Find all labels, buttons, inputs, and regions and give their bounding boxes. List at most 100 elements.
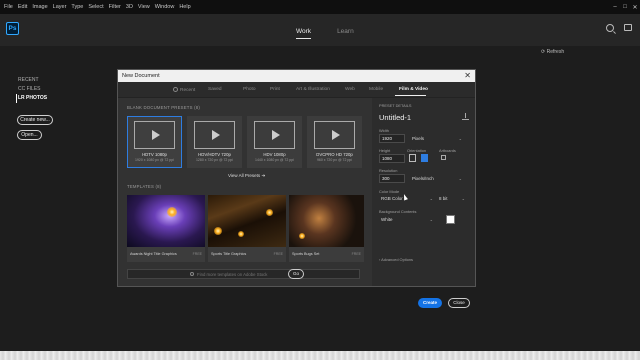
template-thumbnail xyxy=(289,195,364,247)
template-thumbnail xyxy=(127,195,205,247)
menu-window[interactable]: Window xyxy=(155,4,175,10)
orientation-label: Orientation xyxy=(407,148,427,153)
preset-dims: 1920 x 1080 px @ 72 ppi xyxy=(135,158,174,162)
preset-card[interactable]: DVCPRO HD 720p 960 x 720 px @ 72 ppi xyxy=(307,116,362,168)
landscape-orientation-icon[interactable] xyxy=(421,154,428,162)
home-sidebar: RECENT CC FILES LR PHOTOS xyxy=(16,76,47,103)
bit-depth-dropdown[interactable]: 8 bit ⌄ xyxy=(439,196,465,201)
menu-file[interactable]: File xyxy=(4,4,13,10)
photoshop-logo: Ps xyxy=(6,22,19,35)
preset-dims: 960 x 720 px @ 72 ppi xyxy=(316,158,353,162)
preset-details-header: PRESET DETAILS xyxy=(379,103,412,108)
dialog-close-icon[interactable]: ✕ xyxy=(464,70,471,82)
width-unit-dropdown[interactable]: Pixels ⌄ xyxy=(412,136,462,141)
menu-image[interactable]: Image xyxy=(32,4,47,10)
preset-card[interactable]: HDV 1080p 1440 x 1080 px @ 72 ppi xyxy=(247,116,302,168)
template-card[interactable]: Sports Bugs Set FREE xyxy=(289,195,364,262)
preset-name: HDV 1080p xyxy=(263,152,286,157)
tab-web[interactable]: Web xyxy=(345,87,355,92)
menu-view[interactable]: View xyxy=(138,4,150,10)
preset-card[interactable]: HDTV 1080p 1920 x 1080 px @ 72 ppi xyxy=(127,116,182,168)
tab-work[interactable]: Work xyxy=(296,28,312,39)
background-color-swatch[interactable] xyxy=(446,215,455,224)
tab-mobile[interactable]: Mobile xyxy=(369,87,383,92)
template-search-field[interactable] xyxy=(127,269,360,279)
search-icon[interactable] xyxy=(606,24,614,32)
search-icon xyxy=(190,272,194,276)
height-label: Height xyxy=(379,148,391,153)
document-name[interactable]: Untitled-1 xyxy=(379,113,411,122)
refresh-label: Refresh xyxy=(546,49,565,55)
menu-edit[interactable]: Edit xyxy=(18,4,27,10)
view-all-presets-link[interactable]: View All Presets ➔ xyxy=(228,173,265,179)
chevron-down-icon: ⌄ xyxy=(461,196,465,201)
template-card[interactable]: Awards Night Title Graphics FREE xyxy=(127,195,205,262)
width-field[interactable]: 1920 xyxy=(379,134,405,143)
portrait-orientation-icon[interactable] xyxy=(409,154,416,162)
window-controls: – □ ✕ xyxy=(610,4,640,11)
maximize-button[interactable]: □ xyxy=(620,4,630,11)
background-dropdown[interactable]: White ⌄ xyxy=(381,217,433,222)
menu-layer[interactable]: Layer xyxy=(53,4,67,10)
play-icon xyxy=(151,130,160,140)
create-new-button[interactable]: Create new... xyxy=(17,115,53,125)
preset-name: DVCPRO HD 720p xyxy=(316,152,353,157)
free-badge: FREE xyxy=(192,252,202,256)
play-icon xyxy=(271,130,280,140)
menu-select[interactable]: Select xyxy=(88,4,103,10)
arrow-right-icon: ➔ xyxy=(261,173,266,178)
menu-type[interactable]: Type xyxy=(71,4,83,10)
tab-saved[interactable]: Saved xyxy=(208,87,222,92)
play-icon xyxy=(331,130,340,140)
create-button[interactable]: Create xyxy=(418,298,442,308)
go-button[interactable]: Go xyxy=(288,269,304,279)
resolution-field[interactable]: 300 xyxy=(379,174,405,183)
template-search-input[interactable] xyxy=(197,270,347,278)
refresh-button[interactable]: ⟳ Refresh xyxy=(541,49,564,55)
photoshop-window: File Edit Image Layer Type Select Filter… xyxy=(0,0,640,351)
presets-section-label: BLANK DOCUMENT PRESETS (8) xyxy=(127,105,200,110)
preset-thumbnail xyxy=(134,121,175,149)
close-button[interactable]: Close xyxy=(448,298,470,308)
menu-bar: File Edit Image Layer Type Select Filter… xyxy=(0,0,640,14)
light-flare xyxy=(167,207,177,217)
sidebar-item-cc-files[interactable]: CC FILES xyxy=(18,85,47,94)
free-badge: FREE xyxy=(351,252,361,256)
width-label: Width xyxy=(379,128,389,133)
tab-learn[interactable]: Learn xyxy=(337,28,354,39)
preset-thumbnail xyxy=(254,121,295,149)
menu-filter[interactable]: Filter xyxy=(109,4,121,10)
open-button[interactable]: Open... xyxy=(17,130,42,140)
menu-help[interactable]: Help xyxy=(179,4,190,10)
save-preset-icon[interactable] xyxy=(462,113,469,120)
minimize-button[interactable]: – xyxy=(610,4,620,11)
sidebar-item-recent[interactable]: RECENT xyxy=(18,76,47,85)
home-header: Ps Work Learn xyxy=(0,14,640,46)
chevron-down-icon: ⌄ xyxy=(458,136,462,141)
advanced-options-toggle[interactable]: › Advanced Options xyxy=(379,257,413,262)
template-name: Sports Title Graphics xyxy=(211,252,247,256)
preset-card[interactable]: HDV/HDTV 720p 1280 x 720 px @ 72 ppi xyxy=(187,116,242,168)
panels-icon[interactable] xyxy=(624,24,632,31)
tab-print[interactable]: Print xyxy=(270,87,280,92)
template-name: Awards Night Title Graphics xyxy=(130,252,177,256)
resolution-label: Resolution xyxy=(379,168,398,173)
tab-film-video[interactable]: Film & Video xyxy=(399,87,428,92)
height-field[interactable]: 1080 xyxy=(379,154,405,163)
menu-3d[interactable]: 3D xyxy=(126,4,133,10)
resolution-unit-dropdown[interactable]: Pixels/Inch ⌄ xyxy=(412,176,462,181)
tab-recent[interactable]: Recent xyxy=(173,87,195,93)
tab-art-illustration[interactable]: Art & Illustration xyxy=(296,87,330,92)
channel-watermark-logo xyxy=(580,314,632,354)
dialog-title: New Document xyxy=(118,70,475,82)
tab-photo[interactable]: Photo xyxy=(243,87,256,92)
artboards-checkbox[interactable] xyxy=(441,155,446,160)
active-tab-indicator xyxy=(395,95,426,96)
close-window-button[interactable]: ✕ xyxy=(630,4,640,11)
sidebar-item-lr-photos[interactable]: LR PHOTOS xyxy=(16,94,47,103)
artboards-label: Artboards xyxy=(439,148,456,153)
free-badge: FREE xyxy=(273,252,283,256)
template-card[interactable]: Sports Title Graphics FREE xyxy=(208,195,286,262)
bottom-texture-strip xyxy=(0,351,640,360)
new-document-dialog: New Document ✕ Recent Saved Photo Print … xyxy=(117,69,476,308)
